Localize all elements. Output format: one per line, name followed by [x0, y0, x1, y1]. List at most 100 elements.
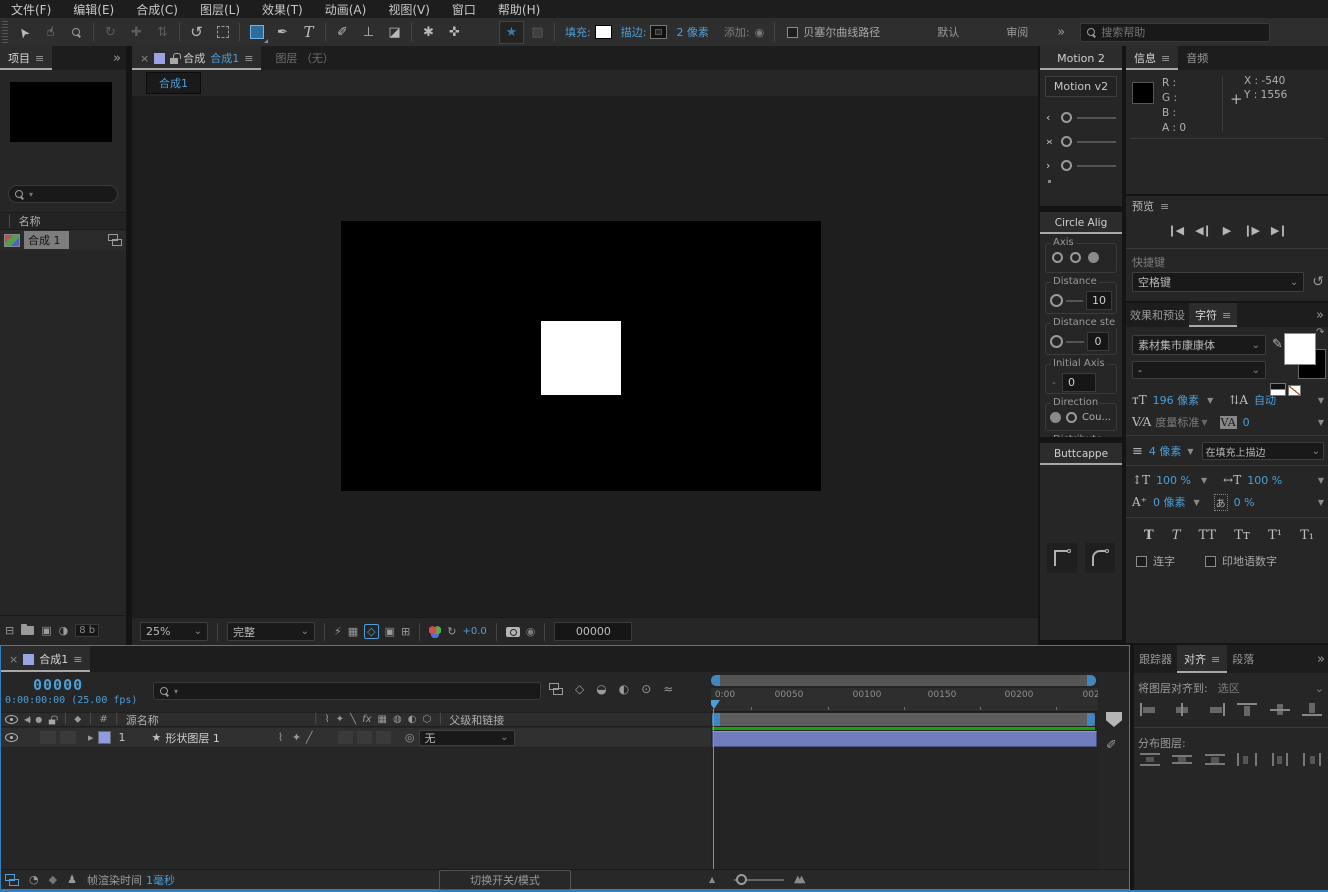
search-help-input[interactable]: [1101, 26, 1263, 39]
shape-tool[interactable]: [244, 21, 269, 44]
distribute-left-button[interactable]: [1237, 753, 1257, 766]
project-search-box[interactable]: ▾: [8, 185, 118, 203]
distribute-horizontal-center-button[interactable]: [1270, 753, 1290, 766]
reset-preview-icon[interactable]: ↺: [1312, 274, 1324, 290]
menu-layer[interactable]: 图层(L): [189, 1, 251, 18]
panel-menu-icon[interactable]: ≡: [73, 653, 82, 666]
slider-track[interactable]: [1077, 165, 1116, 167]
layer-expand-arrow[interactable]: ▸: [88, 731, 94, 744]
collapse-switch-icon[interactable]: ✦: [336, 714, 344, 725]
faux-italic-button[interactable]: T: [1172, 528, 1181, 543]
panel-menu-icon[interactable]: ≡: [244, 52, 253, 65]
eraser-tool[interactable]: ◪: [382, 21, 407, 44]
menu-view[interactable]: 视图(V): [377, 1, 441, 18]
fill-swatch-front[interactable]: [1284, 333, 1316, 365]
unlock-icon[interactable]: [170, 58, 178, 64]
frame-blend-switch-icon[interactable]: ▦: [378, 714, 387, 725]
pen-tool[interactable]: ✒: [270, 21, 295, 44]
layer-shy-switch[interactable]: ⌇: [278, 731, 292, 744]
three-d-switch-icon[interactable]: ⬡: [422, 714, 431, 725]
fast-preview-icon[interactable]: ⚡: [334, 625, 342, 638]
parent-link-column[interactable]: 父级和链接: [449, 712, 504, 728]
new-composition-icon[interactable]: ▣: [41, 624, 51, 637]
panel-menu-icon[interactable]: ≡: [1161, 52, 1170, 65]
hindi-digits-checkbox[interactable]: [1205, 556, 1216, 567]
snapshot-icon[interactable]: [506, 627, 520, 637]
puppet-pin-tool[interactable]: ✜: [442, 21, 467, 44]
stroke-label[interactable]: 描边:: [621, 24, 647, 40]
play-button[interactable]: ▶: [1223, 224, 1231, 237]
clone-stamp-tool[interactable]: ⊥: [356, 21, 381, 44]
ease-out-icon[interactable]: ›: [1046, 159, 1056, 172]
composition-frame[interactable]: [341, 221, 821, 491]
tool-creates-mask-button[interactable]: ▨: [525, 21, 550, 44]
workspace-review[interactable]: 审阅: [1006, 24, 1028, 40]
layer-duration-bar[interactable]: [712, 731, 1097, 747]
tab-info[interactable]: 信息 ≡: [1126, 46, 1178, 70]
frame-number-field[interactable]: 00000: [554, 622, 632, 641]
axis-y-radio[interactable]: [1070, 252, 1081, 263]
distance-step-slider-knob[interactable]: [1050, 335, 1063, 348]
menu-effect[interactable]: 效果(T): [251, 1, 314, 18]
timeline-zoom-slider[interactable]: [734, 879, 784, 881]
tab-buttcapper[interactable]: Buttcappe: [1040, 443, 1122, 465]
add-arrow-icon[interactable]: ◉: [755, 26, 765, 39]
live-update-icon[interactable]: ◔: [29, 873, 39, 886]
timeline-zoom-knob[interactable]: [736, 874, 747, 885]
timeline-zoom-in-icon[interactable]: ▲▲: [794, 874, 801, 885]
horizontal-scale-value[interactable]: 100 %: [1247, 474, 1282, 487]
panel-overflow-icon[interactable]: »: [113, 51, 121, 66]
timeline-h-scrollbar[interactable]: [711, 675, 1096, 686]
slider-knob[interactable]: [1061, 112, 1072, 123]
slider-knob[interactable]: [1061, 136, 1072, 147]
butt-cap-button[interactable]: [1047, 543, 1077, 573]
close-tab-icon[interactable]: ×: [9, 653, 18, 666]
region-of-interest-icon[interactable]: ▣: [385, 625, 395, 638]
direction-counter-radio[interactable]: [1066, 412, 1077, 423]
swap-fill-stroke-icon[interactable]: ↷: [1316, 327, 1324, 338]
parent-pickwhip-icon[interactable]: ◎: [405, 731, 415, 744]
pan-camera-tool[interactable]: ✚: [124, 21, 149, 44]
exposure-reset-icon[interactable]: ↻: [447, 625, 456, 638]
ease-in-icon[interactable]: ‹: [1046, 111, 1056, 124]
work-area-end-handle[interactable]: [1087, 713, 1095, 726]
previous-frame-button[interactable]: ◀❙: [1195, 224, 1211, 237]
tsume-dropdown-arrow[interactable]: ▼: [1318, 498, 1324, 507]
dolly-camera-tool[interactable]: ⇅: [150, 21, 175, 44]
video-column-icon[interactable]: [5, 715, 18, 724]
slider-track[interactable]: [1077, 117, 1116, 119]
tab-layer-viewer[interactable]: 图层 （无）: [267, 46, 342, 70]
shortcut-select[interactable]: 空格键⌄: [1132, 272, 1304, 292]
motion-blur-switch-icon[interactable]: ◍: [393, 714, 402, 725]
distribute-right-button[interactable]: [1302, 753, 1322, 766]
layer-solo-cell[interactable]: [60, 731, 76, 744]
first-frame-button[interactable]: ❙◀: [1167, 224, 1183, 237]
number-column-icon[interactable]: #: [99, 714, 107, 725]
menu-edit[interactable]: 编辑(E): [62, 1, 125, 18]
brush-tool[interactable]: ✐: [330, 21, 355, 44]
hide-shy-layers-icon[interactable]: ◒: [596, 682, 606, 696]
parent-select[interactable]: 无⌄: [419, 730, 515, 746]
baseline-shift-dropdown-arrow[interactable]: ▼: [1194, 498, 1200, 507]
tab-effects-presets[interactable]: 效果和预设: [1126, 303, 1189, 327]
panel-menu-icon[interactable]: ≡: [1211, 653, 1220, 666]
panel-menu-icon[interactable]: ≡: [1222, 309, 1231, 322]
shy-switch-icon[interactable]: ⌇: [325, 714, 330, 725]
frame-blending-icon[interactable]: ◐: [619, 682, 629, 696]
direction-clockwise-radio[interactable]: [1050, 412, 1061, 423]
view-options-icon[interactable]: ⊞: [401, 625, 410, 638]
align-top-button[interactable]: [1237, 703, 1257, 716]
menu-composition[interactable]: 合成(C): [125, 1, 189, 18]
composition-item-label[interactable]: 合成 1: [24, 231, 69, 249]
stroke-mode-select[interactable]: 在填充上描边⌄: [1202, 442, 1324, 460]
tab-character[interactable]: 字符 ≡: [1189, 303, 1237, 327]
axis-both-radio[interactable]: [1088, 252, 1099, 263]
playhead-line[interactable]: [713, 709, 714, 869]
slider-knob[interactable]: [1061, 160, 1072, 171]
small-caps-button[interactable]: Tт: [1234, 528, 1250, 543]
distance-step-value-field[interactable]: 0: [1087, 332, 1109, 351]
initial-axis-value-field[interactable]: 0: [1062, 373, 1096, 392]
all-caps-button[interactable]: TT: [1199, 528, 1217, 543]
tracking-value[interactable]: 0: [1243, 416, 1250, 429]
superscript-button[interactable]: T¹: [1268, 528, 1282, 543]
